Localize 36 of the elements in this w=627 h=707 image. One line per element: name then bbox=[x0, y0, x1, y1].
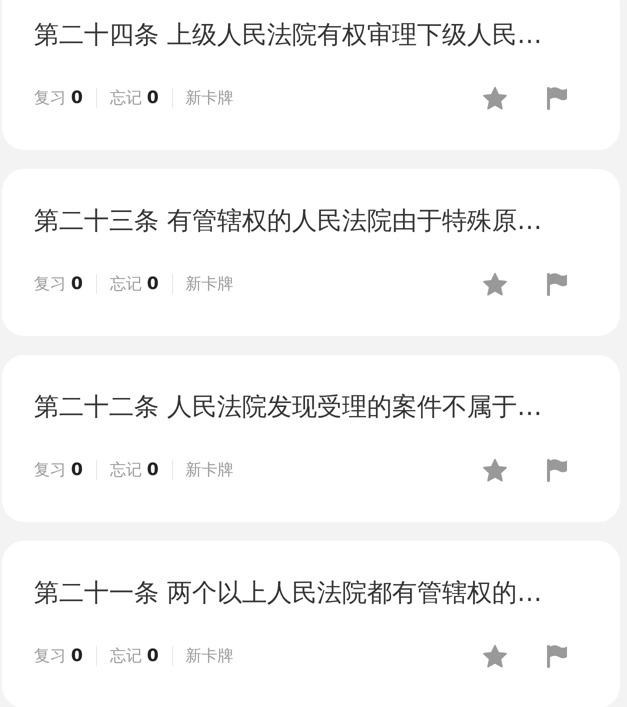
card[interactable]: 第二十三条 有管辖权的人民法院由于特殊原… 复习 0 忘记 0 新卡牌 bbox=[2, 169, 620, 336]
review-label: 复习 bbox=[34, 460, 66, 480]
flag-icon[interactable] bbox=[546, 458, 568, 482]
forget-count: 0 bbox=[146, 646, 159, 666]
forget-label: 忘记 bbox=[110, 274, 142, 294]
star-icon[interactable] bbox=[482, 86, 508, 110]
review-count: 0 bbox=[71, 88, 83, 108]
review-label: 复习 bbox=[34, 274, 66, 294]
star-icon[interactable] bbox=[482, 272, 508, 296]
card-status: 新卡牌 bbox=[186, 88, 234, 108]
forget-count: 0 bbox=[146, 274, 159, 294]
review-count: 0 bbox=[71, 460, 83, 480]
card-status: 新卡牌 bbox=[186, 460, 234, 480]
card[interactable]: 第二十四条 上级人民法院有权审理下级人民… 复习 0 忘记 0 新卡牌 bbox=[2, 0, 620, 150]
review-label: 复习 bbox=[34, 646, 66, 666]
review-count: 0 bbox=[71, 274, 83, 294]
flag-icon[interactable] bbox=[546, 272, 568, 296]
forget-label: 忘记 bbox=[110, 460, 142, 480]
star-icon[interactable] bbox=[482, 458, 508, 482]
flag-icon[interactable] bbox=[546, 86, 568, 110]
flag-icon[interactable] bbox=[546, 644, 568, 668]
star-icon[interactable] bbox=[482, 644, 508, 668]
forget-label: 忘记 bbox=[110, 88, 142, 108]
card[interactable]: 第二十一条 两个以上人民法院都有管辖权的… 复习 0 忘记 0 新卡牌 bbox=[2, 541, 620, 707]
forget-label: 忘记 bbox=[110, 646, 142, 666]
review-count: 0 bbox=[71, 646, 83, 666]
card[interactable]: 第二十二条 人民法院发现受理的案件不属于… 复习 0 忘记 0 新卡牌 bbox=[2, 355, 620, 522]
review-label: 复习 bbox=[34, 88, 66, 108]
card-status: 新卡牌 bbox=[186, 274, 234, 294]
card-status: 新卡牌 bbox=[186, 646, 234, 666]
forget-count: 0 bbox=[146, 460, 159, 480]
card-title: 第二十一条 两个以上人民法院都有管辖权的… bbox=[34, 577, 543, 609]
card-title: 第二十三条 有管辖权的人民法院由于特殊原… bbox=[34, 205, 543, 237]
forget-count: 0 bbox=[146, 88, 159, 108]
card-title: 第二十四条 上级人民法院有权审理下级人民… bbox=[34, 19, 543, 51]
card-title: 第二十二条 人民法院发现受理的案件不属于… bbox=[34, 391, 543, 423]
